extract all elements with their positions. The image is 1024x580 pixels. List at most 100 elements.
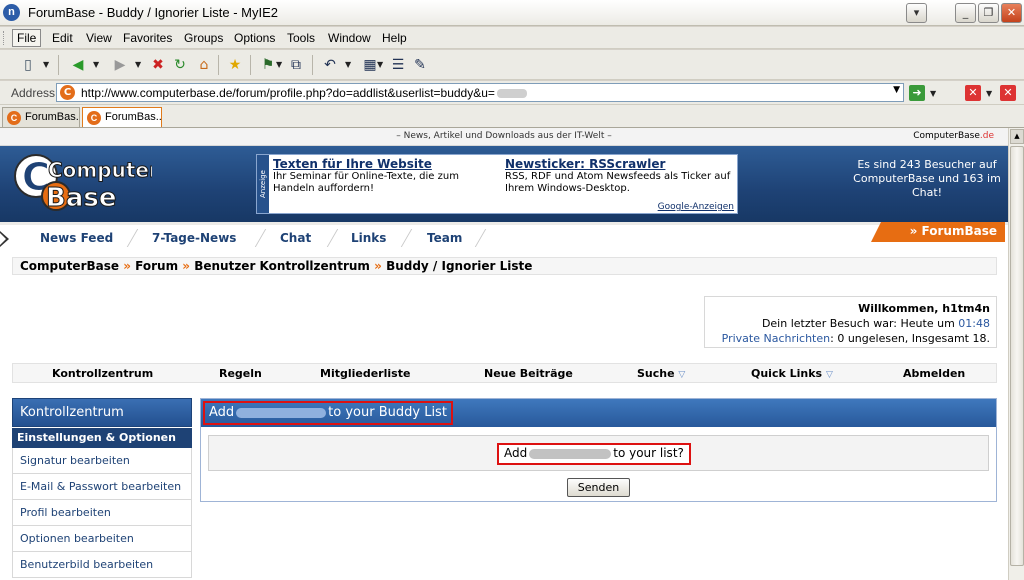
nav-separator bbox=[400, 229, 413, 247]
menu-window[interactable]: Window bbox=[328, 31, 371, 45]
minimize-button[interactable]: _ bbox=[955, 3, 976, 23]
visitor-count: Es sind 243 Besucher auf ComputerBase un… bbox=[853, 158, 1001, 199]
site-brand-link[interactable]: ComputerBase.de bbox=[913, 131, 994, 141]
site-top-strip: – News, Artikel und Downloads aus der IT… bbox=[0, 128, 1008, 146]
undo-icon[interactable]: ↶ bbox=[320, 55, 340, 75]
view-dropdown-icon[interactable]: ▼ bbox=[377, 60, 383, 69]
toolbar: ▯ ▼ ◀ ▼ ▶ ▼ ✖ ↻ ⌂ ★ ⚑ ▼ ⧉ ↶ ▼ ▦ ▼ ☰ ✎ bbox=[0, 50, 1024, 80]
nav-kontrollzentrum[interactable]: Kontrollzentrum bbox=[52, 367, 153, 380]
nav-arrow-inner-icon bbox=[0, 233, 6, 245]
nav-team[interactable]: Team bbox=[427, 231, 462, 245]
ad-item-2[interactable]: Newsticker: RSScrawler RSS, RDF und Atom… bbox=[505, 158, 735, 195]
ad-text: Ihr Seminar für Online-Texte, die zum Ha… bbox=[273, 171, 459, 194]
go-arrow-icon[interactable]: ➜ bbox=[909, 85, 925, 101]
nav-mitgliederliste[interactable]: Mitgliederliste bbox=[320, 367, 410, 380]
close-all-icon[interactable]: ✕ bbox=[1000, 85, 1016, 101]
menu-view[interactable]: View bbox=[86, 31, 112, 45]
tab-forumbase-2[interactable]: C ForumBas... bbox=[82, 107, 162, 127]
back-dropdown-icon[interactable]: ▼ bbox=[93, 60, 99, 69]
nav-quick-links[interactable]: Quick Links ▽ bbox=[751, 367, 833, 380]
close-window-button[interactable]: ✕ bbox=[1001, 3, 1022, 23]
forward-dropdown-icon[interactable]: ▼ bbox=[135, 60, 141, 69]
nav-suche[interactable]: Suche ▽ bbox=[637, 367, 685, 380]
new-page-dropdown-icon[interactable]: ▼ bbox=[43, 60, 49, 69]
new-page-icon[interactable]: ▯ bbox=[18, 55, 38, 75]
nav-regeln[interactable]: Regeln bbox=[219, 367, 262, 380]
menu-groups[interactable]: Groups bbox=[184, 31, 223, 45]
menu-help[interactable]: Help bbox=[382, 31, 407, 45]
undo-dropdown-icon[interactable]: ▼ bbox=[345, 60, 351, 69]
breadcrumb: ComputerBase » Forum » Benutzer Kontroll… bbox=[12, 257, 997, 275]
address-input[interactable]: C http://www.computerbase.de/forum/profi… bbox=[56, 83, 904, 102]
quick-links-dropdown-icon: ▽ bbox=[825, 370, 833, 380]
toolbar-separator bbox=[250, 55, 251, 75]
ad-title[interactable]: Newsticker: RSScrawler bbox=[505, 158, 735, 170]
google-ads-link[interactable]: Google-Anzeigen bbox=[658, 202, 734, 212]
window-icon[interactable]: ⧉ bbox=[286, 55, 306, 75]
panel-title: Add to your Buddy List bbox=[203, 401, 453, 425]
scroll-thumb[interactable] bbox=[1010, 146, 1024, 566]
sidebar-item-optionen[interactable]: Optionen bearbeiten bbox=[12, 526, 192, 552]
breadcrumb-computerbase[interactable]: ComputerBase bbox=[20, 259, 119, 273]
ad-title[interactable]: Texten für Ihre Website bbox=[273, 158, 503, 170]
ad-item-1[interactable]: Texten für Ihre Website Ihr Seminar für … bbox=[273, 158, 503, 195]
nav-7-tage-news[interactable]: 7-Tage-News bbox=[152, 231, 236, 245]
favorites-star-icon[interactable]: ★ bbox=[225, 55, 245, 75]
redacted-user-id bbox=[496, 89, 527, 99]
window-menu-button[interactable]: ▾ bbox=[906, 3, 927, 23]
welcome-box: Willkommen, h1tm4n Dein letzter Besuch w… bbox=[704, 296, 997, 348]
menu-bar: File Edit View Favorites Groups Options … bbox=[0, 27, 1024, 49]
site-nav-bar: News Feed 7-Tage-News Chat Links Team » … bbox=[0, 222, 1008, 250]
close-dropdown-icon[interactable]: ▼ bbox=[986, 89, 992, 98]
forum-main-nav: Kontrollzentrum Regeln Mitgliederliste N… bbox=[12, 363, 997, 383]
close-tab-icon[interactable]: ✕ bbox=[965, 85, 981, 101]
nav-news-feed[interactable]: News Feed bbox=[40, 231, 113, 245]
control-panel-sidebar: Kontrollzentrum Einstellungen & Optionen… bbox=[12, 398, 192, 580]
maximize-button[interactable]: ❐ bbox=[978, 3, 999, 23]
stop-icon[interactable]: ✖ bbox=[148, 55, 168, 75]
sidebar-item-profil[interactable]: Profil bearbeiten bbox=[12, 500, 192, 526]
groups-icon[interactable]: ⚑ bbox=[258, 55, 278, 75]
tab-label: ForumBas... bbox=[25, 111, 80, 123]
nav-abmelden[interactable]: Abmelden bbox=[903, 367, 965, 380]
nav-chat[interactable]: Chat bbox=[280, 231, 311, 245]
breadcrumb-forum[interactable]: Forum bbox=[135, 259, 178, 273]
private-messages-link[interactable]: Private Nachrichten bbox=[722, 332, 831, 345]
page-viewport[interactable]: – News, Artikel und Downloads aus der IT… bbox=[0, 128, 1008, 580]
vertical-scrollbar[interactable]: ▲ bbox=[1008, 128, 1024, 580]
sidebar-item-signatur[interactable]: Signatur bearbeiten bbox=[12, 448, 192, 474]
sidebar-item-email-passwort[interactable]: E-Mail & Passwort bearbeiten bbox=[12, 474, 192, 500]
refresh-icon[interactable]: ↻ bbox=[170, 55, 190, 75]
back-icon[interactable]: ◀ bbox=[68, 55, 88, 75]
site-favicon-icon: C bbox=[60, 85, 75, 100]
home-icon[interactable]: ⌂ bbox=[194, 55, 214, 75]
go-dropdown-icon[interactable]: ▼ bbox=[930, 89, 936, 98]
senden-button[interactable]: Senden bbox=[567, 478, 630, 497]
redacted-username bbox=[529, 448, 612, 459]
scroll-up-icon[interactable]: ▲ bbox=[1010, 129, 1024, 144]
menu-tools[interactable]: Tools bbox=[287, 31, 315, 45]
suche-dropdown-icon: ▽ bbox=[678, 370, 686, 380]
computerbase-favicon-icon: C bbox=[7, 111, 21, 125]
last-visit-time: 01:48 bbox=[958, 317, 990, 330]
address-bar: Address C http://www.computerbase.de/for… bbox=[0, 81, 1024, 105]
nav-links[interactable]: Links bbox=[351, 231, 386, 245]
menu-options[interactable]: Options bbox=[234, 31, 275, 45]
browser-app-icon: n bbox=[3, 4, 20, 21]
computerbase-logo[interactable]: C Computer Base bbox=[12, 146, 152, 216]
breadcrumb-kontrollzentrum[interactable]: Benutzer Kontrollzentrum bbox=[194, 259, 370, 273]
menu-file[interactable]: File bbox=[12, 29, 42, 47]
list-icon[interactable]: ☰ bbox=[388, 55, 408, 75]
menu-favorites[interactable]: Favorites bbox=[123, 31, 172, 45]
nav-neue-beitraege[interactable]: Neue Beiträge bbox=[484, 367, 573, 380]
tab-label: ForumBas... bbox=[105, 111, 162, 123]
address-dropdown-icon[interactable]: ▼ bbox=[893, 85, 900, 95]
address-url: http://www.computerbase.de/forum/profile… bbox=[81, 86, 495, 100]
forward-icon[interactable]: ▶ bbox=[110, 55, 130, 75]
menu-edit[interactable]: Edit bbox=[52, 31, 73, 45]
sidebar-item-benutzerbild[interactable]: Benutzerbild bearbeiten bbox=[12, 552, 192, 578]
tab-forumbase-1[interactable]: C ForumBas... bbox=[2, 107, 80, 127]
edit-icon[interactable]: ✎ bbox=[410, 55, 430, 75]
groups-dropdown-icon[interactable]: ▼ bbox=[276, 60, 282, 69]
forumbase-tab[interactable]: » ForumBase bbox=[871, 222, 1005, 242]
